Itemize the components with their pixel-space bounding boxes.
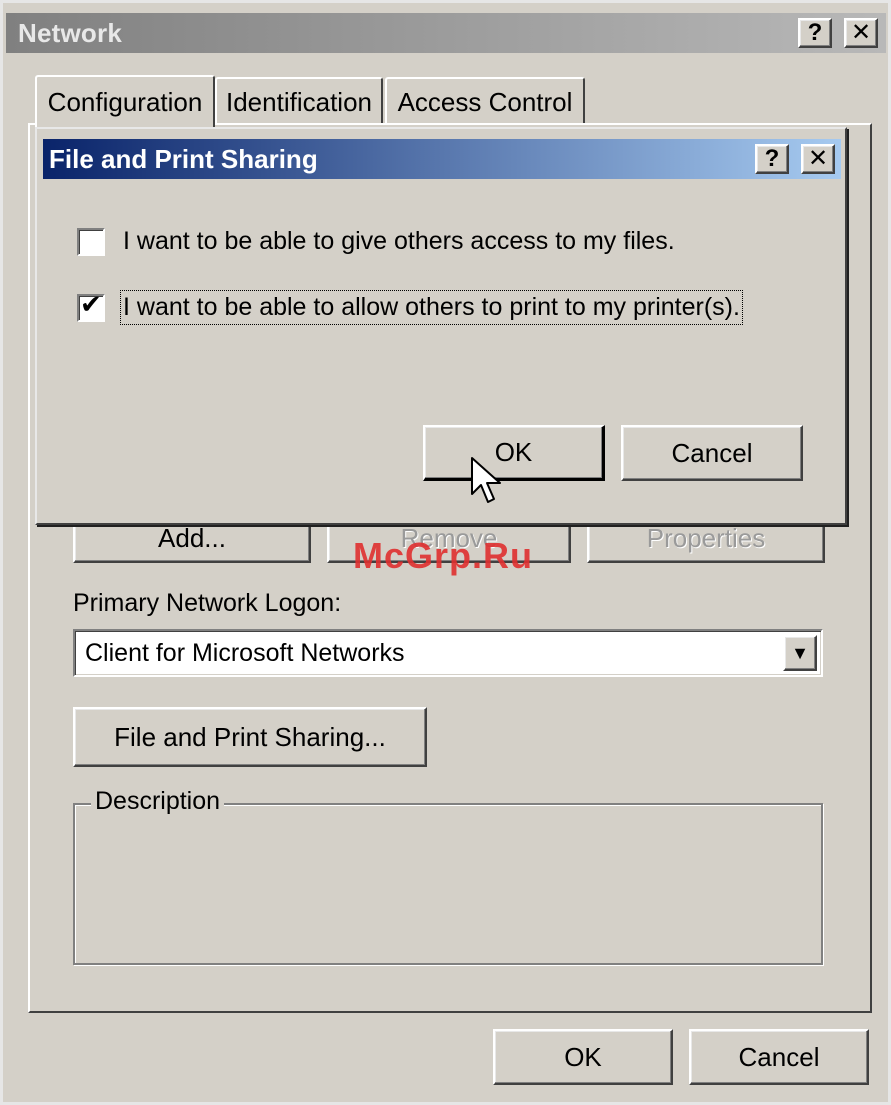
dialog-cancel-button[interactable]: Cancel	[621, 425, 803, 481]
help-icon: ?	[807, 19, 823, 46]
dialog-title: File and Print Sharing	[49, 143, 318, 174]
close-icon: ✕	[807, 145, 829, 172]
dialog-close-button[interactable]: ✕	[801, 144, 835, 174]
help-icon: ?	[764, 145, 780, 172]
share-files-label: I want to be able to give others access …	[123, 227, 675, 255]
chevron-down-icon: ▼	[791, 642, 809, 663]
primary-logon-label: Primary Network Logon:	[73, 589, 342, 617]
network-titlebar[interactable]: Network ? ✕	[6, 13, 886, 53]
checkmark-icon: ✔	[80, 288, 102, 319]
file-and-print-sharing-dialog: File and Print Sharing ? ✕ I want to be …	[35, 127, 847, 525]
tab-label: Configuration	[47, 86, 203, 117]
share-printers-label: I want to be able to allow others to pri…	[120, 290, 743, 325]
primary-logon-value: Client for Microsoft Networks	[85, 639, 405, 667]
tab-label: Identification	[226, 86, 372, 117]
arrow-cursor-icon	[471, 457, 501, 503]
dropdown-button[interactable]: ▼	[783, 635, 817, 671]
tab-access-control[interactable]: Access Control	[385, 77, 585, 125]
window-title: Network	[18, 17, 122, 48]
file-and-print-sharing-label: File and Print Sharing...	[114, 721, 386, 752]
primary-logon-select[interactable]: Client for Microsoft Networks ▼	[73, 629, 823, 677]
dialog-help-button[interactable]: ?	[755, 144, 789, 174]
share-files-option[interactable]: I want to be able to give others access …	[77, 225, 677, 258]
cancel-button-label: Cancel	[738, 1041, 820, 1072]
description-label: Description	[91, 787, 225, 816]
share-printers-checkbox[interactable]: ✔	[77, 288, 105, 322]
description-group: Description	[73, 787, 823, 965]
close-button[interactable]: ✕	[844, 18, 878, 48]
help-button[interactable]: ?	[798, 18, 832, 48]
dialog-titlebar[interactable]: File and Print Sharing ? ✕	[43, 139, 841, 179]
add-button-label: Add...	[158, 522, 226, 553]
dialog-cancel-label: Cancel	[671, 437, 753, 468]
tab-label: Access Control	[397, 86, 573, 117]
tab-configuration[interactable]: Configuration	[35, 75, 215, 127]
close-icon: ✕	[850, 19, 872, 46]
cancel-button[interactable]: Cancel	[689, 1029, 869, 1085]
network-window: Network ? ✕ Configuration Identification…	[0, 0, 891, 1105]
properties-button-label: Properties	[646, 522, 766, 553]
tab-identification[interactable]: Identification	[215, 77, 383, 125]
share-files-checkbox[interactable]	[77, 227, 105, 256]
watermark: McGrp.Ru	[353, 535, 534, 576]
ok-button[interactable]: OK	[493, 1029, 673, 1085]
ok-button-label: OK	[564, 1041, 602, 1072]
file-and-print-sharing-button[interactable]: File and Print Sharing...	[73, 707, 427, 767]
dialog-ok-button[interactable]: OK	[423, 425, 605, 481]
share-printers-option[interactable]: ✔ I want to be able to allow others to p…	[77, 288, 743, 325]
